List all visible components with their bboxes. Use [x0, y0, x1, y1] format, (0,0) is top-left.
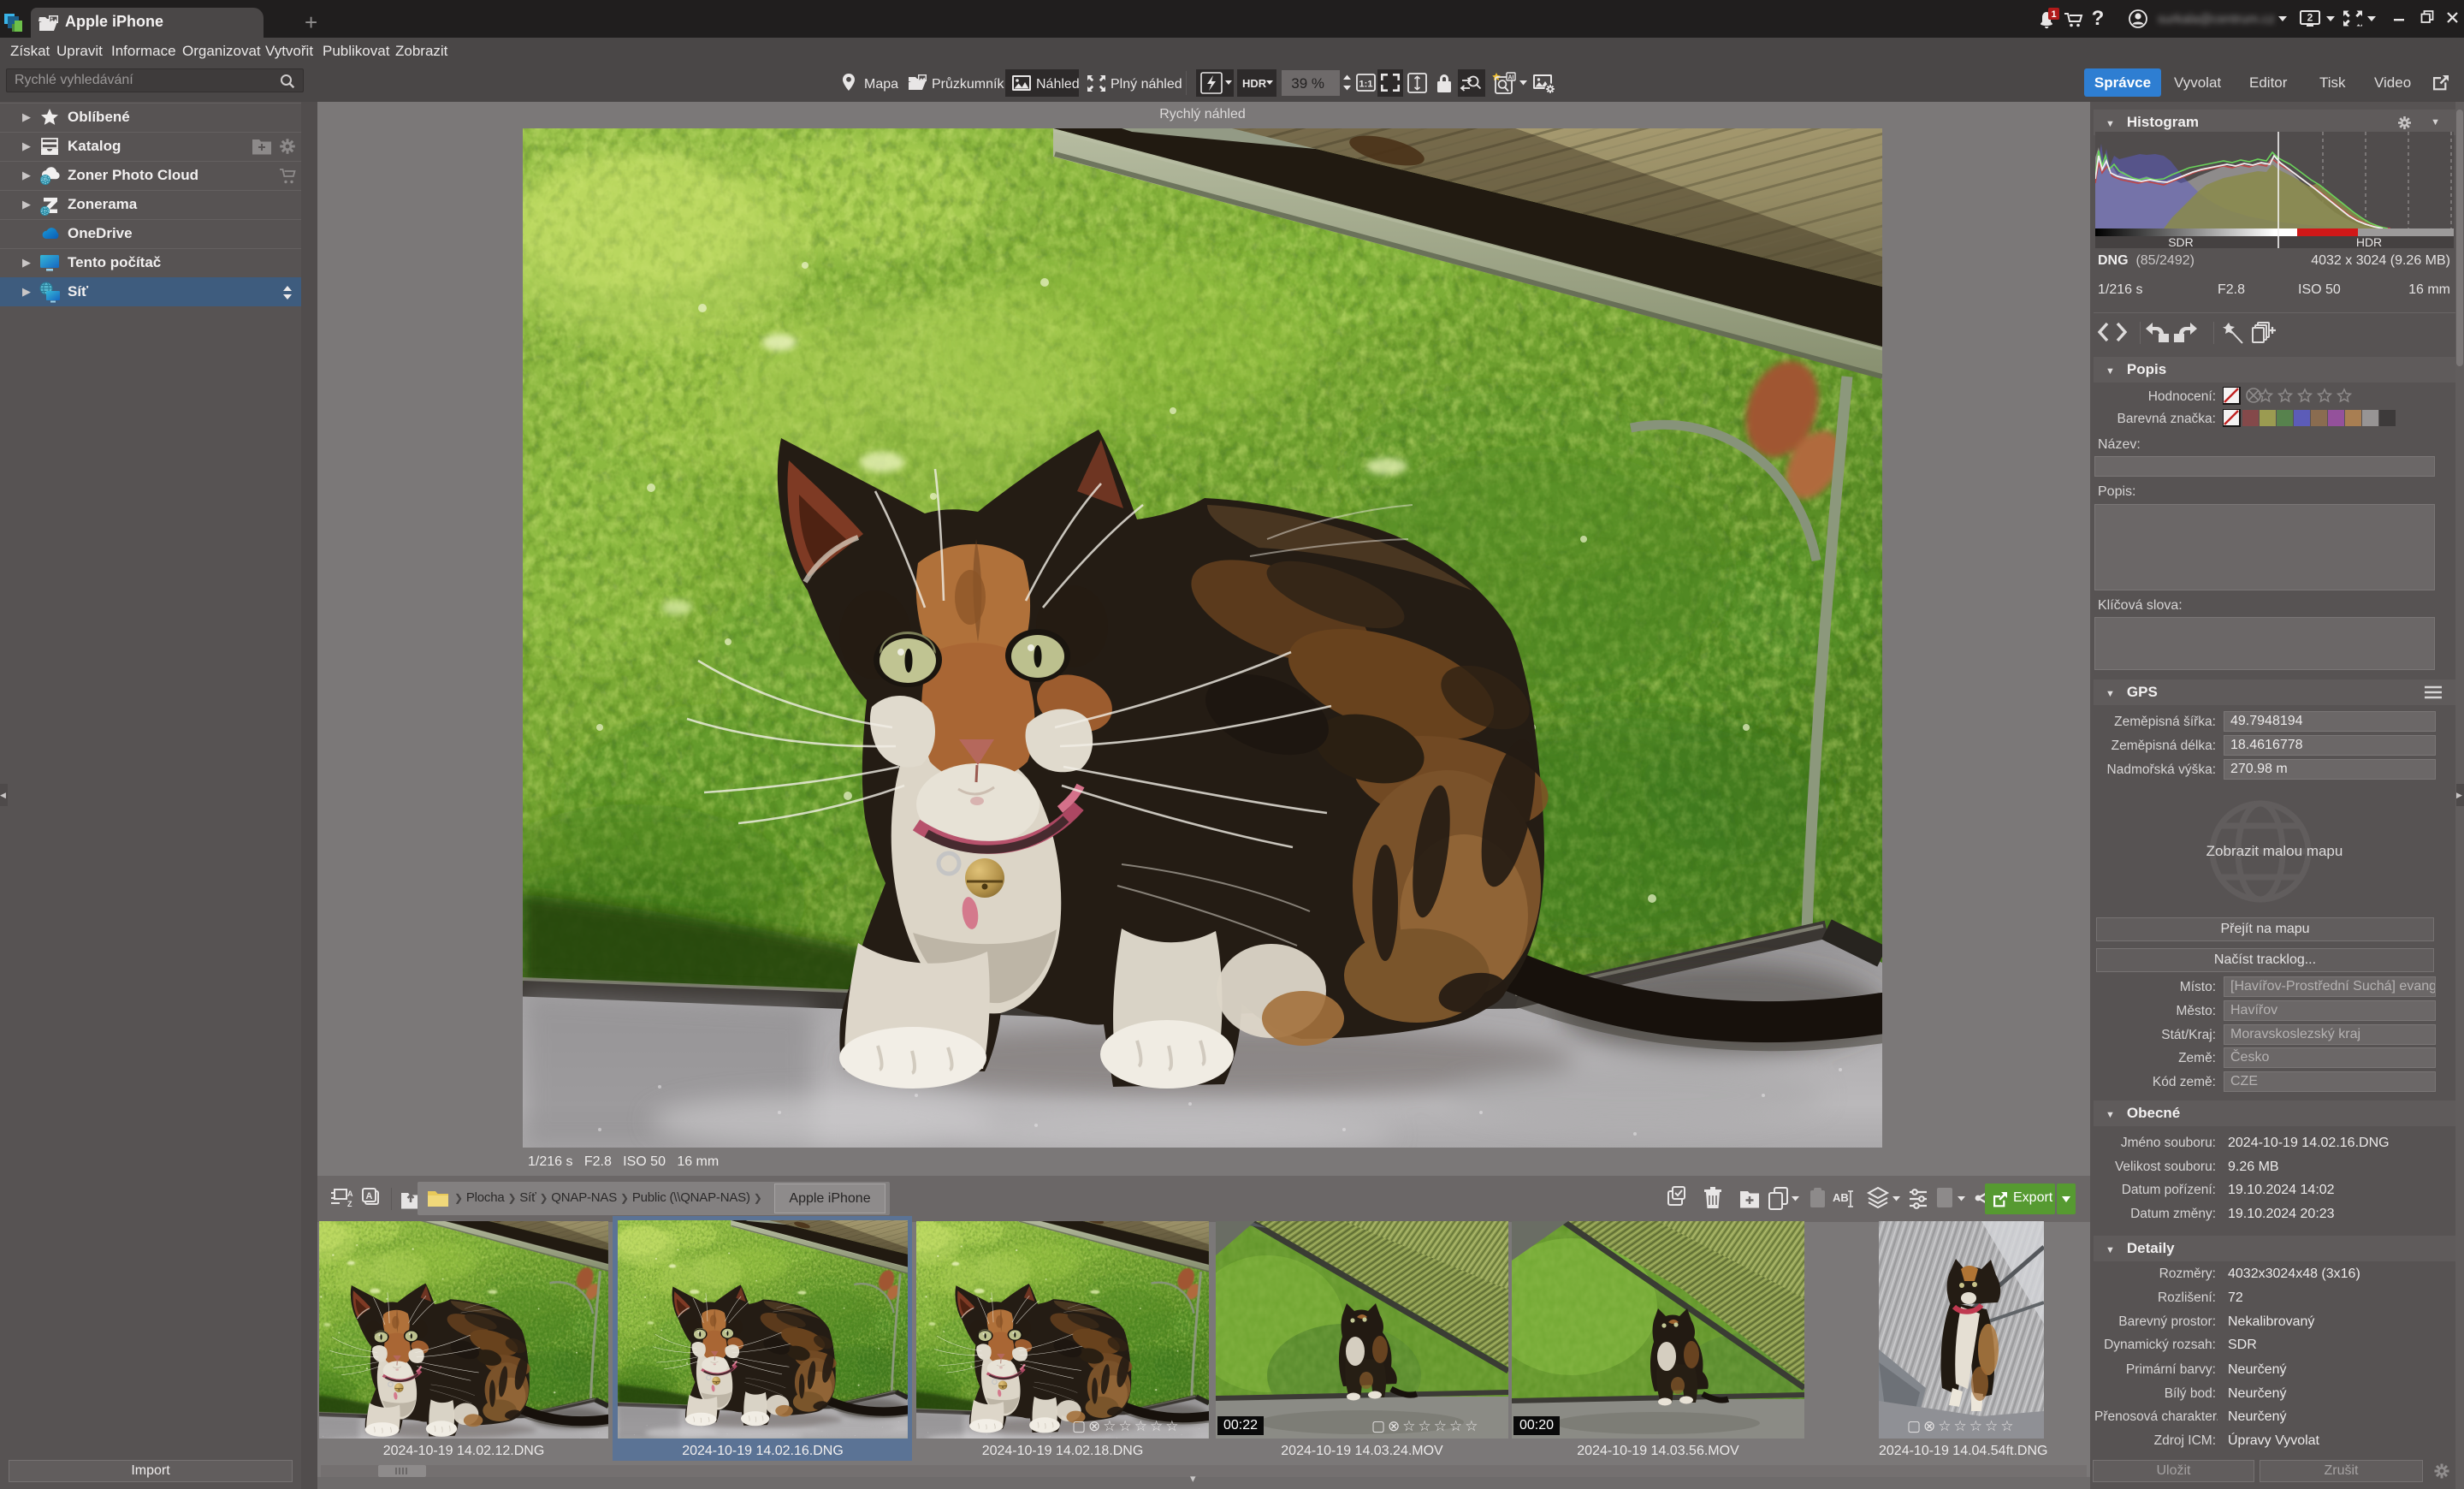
svg-text:A: A — [366, 1191, 373, 1201]
svg-text:1: 1 — [2051, 9, 2056, 20]
svg-text:1:1: 1:1 — [1359, 80, 1373, 90]
svg-text:Plný náhled: Plný náhled — [1111, 77, 1182, 92]
svg-text:Náhled: Náhled — [1036, 77, 1080, 92]
svg-text:Mapa: Mapa — [864, 77, 898, 92]
svg-text:39 %: 39 % — [1291, 75, 1324, 92]
svg-text:?: ? — [2092, 7, 2105, 30]
svg-text:AB: AB — [1833, 1191, 1849, 1204]
svg-text:HDR: HDR — [1242, 77, 1267, 90]
svg-text:Průzkumník: Průzkumník — [932, 76, 1004, 92]
svg-text:AI: AI — [1508, 75, 1514, 81]
svg-text:surkala@centrum.cz: surkala@centrum.cz — [2158, 12, 2275, 27]
svg-text:SDR: SDR — [2168, 235, 2194, 248]
svg-text:A: A — [347, 1189, 353, 1198]
svg-text:Z: Z — [347, 1200, 352, 1208]
svg-text:2: 2 — [2307, 12, 2313, 24]
svg-text:HDR: HDR — [2356, 235, 2382, 248]
